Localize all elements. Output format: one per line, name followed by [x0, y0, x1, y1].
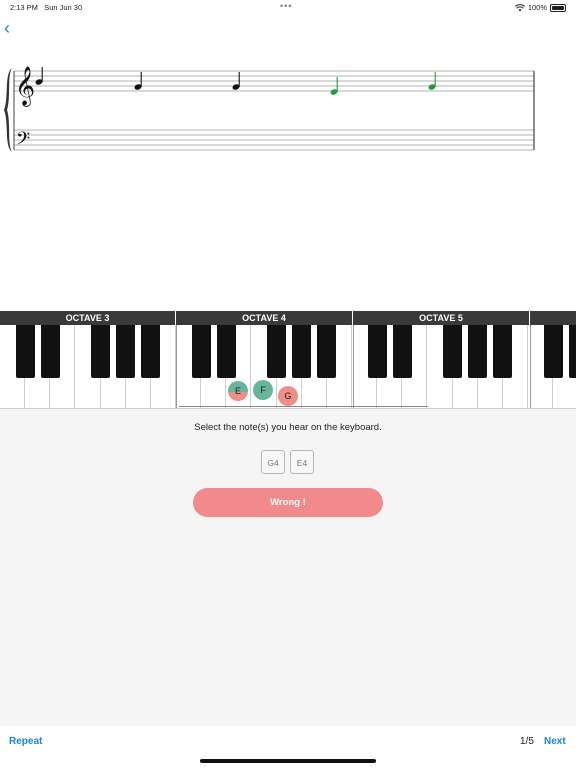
result-wrong-button[interactable]: Wrong ! [193, 488, 383, 517]
black-key[interactable] [292, 325, 312, 378]
black-key[interactable] [367, 325, 387, 378]
multitasking-dots[interactable]: ••• [280, 1, 292, 11]
black-key[interactable] [116, 325, 136, 378]
black-key[interactable] [568, 325, 576, 378]
black-key[interactable] [191, 325, 211, 378]
next-button[interactable]: Next [544, 736, 566, 747]
status-time-text: 2:13 PM [10, 3, 38, 12]
black-key[interactable] [493, 325, 513, 378]
chevron-left-icon: ‹ [4, 18, 10, 38]
octave-divider [353, 325, 354, 409]
black-key[interactable] [40, 325, 60, 378]
octave-5-label: OCTAVE 5 [353, 311, 529, 325]
repeat-button[interactable]: Repeat [9, 736, 42, 747]
octave-6-label [530, 311, 576, 325]
answer-box-1: G4 [261, 450, 285, 474]
status-bar: 2:13 PM Sun Jun 30 ••• 100% [0, 0, 576, 16]
black-key[interactable] [443, 325, 463, 378]
treble-clef-icon: 𝄞 [15, 66, 35, 107]
music-staff: 𝄞 𝄢 [4, 66, 535, 154]
battery-percent: 100% [527, 3, 547, 12]
exercise-panel [0, 409, 576, 726]
status-right: 100% [514, 3, 566, 12]
note-marker-f[interactable]: F [253, 380, 273, 400]
status-date: Sun Jun 30 [44, 3, 83, 12]
black-key[interactable] [468, 325, 488, 378]
black-key[interactable] [15, 325, 35, 378]
note-marker-e[interactable]: E [228, 381, 248, 401]
progress-counter: 1/5 [520, 736, 534, 747]
black-key[interactable] [91, 325, 111, 378]
treble-staff-lines [14, 70, 534, 92]
note-marker-g[interactable]: G [278, 386, 298, 406]
bass-clef-icon: 𝄢 [16, 129, 30, 154]
black-key[interactable] [267, 325, 287, 378]
black-key[interactable] [543, 325, 563, 378]
octave-divider [530, 325, 531, 409]
octave-divider [176, 325, 177, 409]
brace-icon [4, 68, 12, 152]
status-time: 2:13 PM Sun Jun 30 [10, 3, 82, 12]
black-key[interactable] [317, 325, 337, 378]
home-indicator[interactable] [200, 759, 376, 763]
black-key[interactable] [141, 325, 161, 378]
instruction-text: Select the note(s) you hear on the keybo… [194, 422, 382, 433]
black-key[interactable] [392, 325, 412, 378]
keyboard-bottom-edge [0, 408, 576, 409]
wifi-icon [514, 3, 525, 11]
bass-staff-lines [14, 129, 534, 151]
octave-3-label: OCTAVE 3 [0, 311, 175, 325]
answer-box-2: E4 [290, 450, 314, 474]
back-button[interactable]: ‹ [4, 18, 22, 38]
octave-4-label: OCTAVE 4 [176, 311, 352, 325]
selection-range-line [179, 406, 428, 407]
battery-icon [550, 3, 566, 12]
black-key[interactable] [216, 325, 236, 378]
